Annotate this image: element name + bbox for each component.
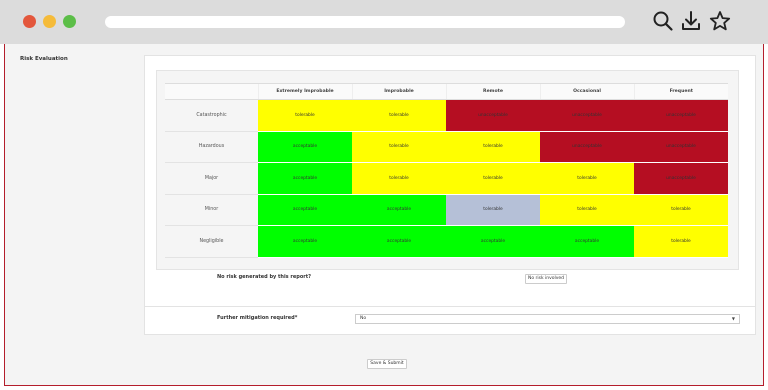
risk-cell: unacceptable (634, 131, 728, 163)
matrix-header-row: Extremely Improbable Improbable Remote O… (165, 83, 728, 100)
risk-cell: acceptable (258, 131, 352, 163)
chevron-down-icon: ▼ (731, 316, 735, 321)
risk-cell: unacceptable (446, 99, 540, 132)
risk-cell: tolerable (634, 225, 728, 258)
save-submit-button[interactable]: Save & Submit (367, 359, 407, 369)
section-label: Risk Evaluation (20, 56, 68, 62)
risk-cell: unacceptable (634, 99, 728, 132)
column-header: Extremely Improbable (257, 83, 352, 100)
row-label: Hazardous (165, 131, 258, 163)
risk-cell: tolerable (258, 99, 352, 132)
risk-cell: acceptable (258, 225, 352, 258)
risk-evaluation-panel: Extremely Improbable Improbable Remote O… (144, 55, 756, 335)
mitigation-select[interactable]: No ▼ (355, 314, 740, 324)
risk-matrix: Extremely Improbable Improbable Remote O… (165, 83, 728, 258)
search-icon[interactable] (652, 10, 674, 32)
minimize-window-dot[interactable] (43, 15, 56, 28)
browser-toolbar (0, 0, 768, 44)
risk-cell: tolerable (352, 131, 446, 163)
risk-cell: tolerable (352, 99, 446, 132)
risk-cell: tolerable (540, 162, 634, 195)
row-label: Minor (165, 194, 258, 226)
mitigation-label: Further mitigation required* (217, 315, 298, 321)
risk-cell: unacceptable (540, 99, 634, 132)
risk-cell: acceptable (352, 225, 446, 258)
risk-cell: acceptable (540, 225, 634, 258)
risk-cell: acceptable (258, 194, 352, 226)
risk-cell: acceptable (446, 225, 540, 258)
risk-cell: acceptable (258, 162, 352, 195)
matrix-row: Hazardous acceptable tolerable tolerable una… (165, 131, 728, 163)
risk-cell: unacceptable (634, 162, 728, 195)
matrix-corner (165, 83, 258, 100)
close-window-dot[interactable] (23, 15, 36, 28)
divider (145, 306, 755, 307)
risk-cell: tolerable (446, 162, 540, 195)
risk-cell: tolerable (540, 194, 634, 226)
matrix-row: Minor acceptable acceptable tolerable tolera… (165, 194, 728, 226)
row-label: Major (165, 162, 258, 195)
risk-cell: tolerable (446, 194, 540, 226)
risk-cell: tolerable (446, 131, 540, 163)
row-label: Negligible (165, 225, 258, 258)
column-header: Occasional (539, 83, 634, 100)
column-header: Frequent (633, 83, 728, 100)
form-frame: Risk Evaluation Extremely Improbable Imp… (4, 44, 764, 386)
risk-cell: tolerable (352, 162, 446, 195)
address-bar[interactable] (105, 16, 625, 28)
star-icon[interactable] (709, 10, 731, 32)
risk-cell: tolerable (634, 194, 728, 226)
risk-cell: acceptable (352, 194, 446, 226)
column-header: Improbable (351, 83, 446, 100)
download-icon[interactable] (680, 10, 702, 32)
matrix-row: Major acceptable tolerable tolerable tolerab… (165, 162, 728, 195)
row-label: Catastrophic (165, 99, 258, 132)
no-risk-label: No risk generated by this report? (217, 274, 312, 280)
mitigation-value: No (360, 316, 367, 321)
risk-matrix-container: Extremely Improbable Improbable Remote O… (156, 70, 739, 270)
no-risk-button[interactable]: No risk involved (525, 274, 567, 284)
matrix-row: Negligible acceptable acceptable acceptable… (165, 225, 728, 258)
risk-cell: unacceptable (540, 131, 634, 163)
column-header: Remote (445, 83, 540, 100)
maximize-window-dot[interactable] (63, 15, 76, 28)
matrix-row: Catastrophic tolerable tolerable unacceptab… (165, 99, 728, 132)
